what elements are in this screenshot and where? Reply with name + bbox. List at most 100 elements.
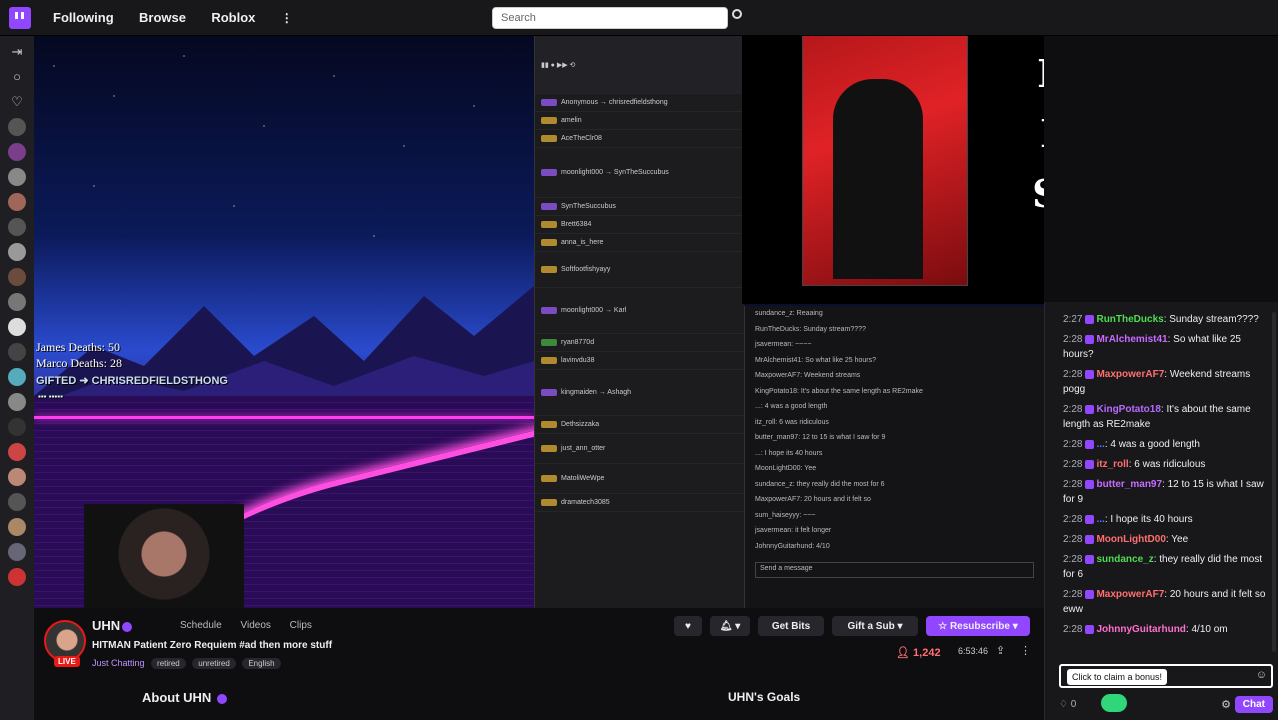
collapse-rail-icon[interactable]: ⇥ (8, 43, 26, 61)
channel-points-icon[interactable]: ♢ 0 (1059, 699, 1076, 710)
sub-badge-icon[interactable] (1085, 514, 1095, 524)
chat-message-list: 2:27 RunTheDucks: Sunday stream???? 2:28 Mr… (1045, 302, 1278, 637)
embedded-chat-line: MrAlchemist41: So what like 25 hours? (755, 356, 876, 364)
channel-avatar[interactable] (8, 293, 26, 311)
channel-avatar[interactable] (8, 218, 26, 236)
marco-deaths-counter: Marco Deaths: 28 (36, 356, 122, 370)
chat-timestamp: 2:28 (1063, 459, 1083, 470)
sub-badge-icon[interactable] (1085, 479, 1095, 489)
get-bits-button[interactable]: Get Bits (758, 616, 824, 636)
channel-avatar[interactable] (8, 343, 26, 361)
chat-username[interactable]: KingPotato18 (1096, 404, 1160, 415)
chat-username[interactable]: sundance_z (1096, 554, 1153, 565)
chat-settings-gear-icon[interactable]: ⚙ (1221, 698, 1231, 711)
tag-english[interactable]: English (242, 658, 281, 669)
share-icon[interactable]: ⇪ (996, 644, 1005, 657)
chat-message: 2:28 sundance_z: they really did the most… (1063, 552, 1270, 582)
resubscribe-button[interactable]: ☆ Resubscribe ▾ (926, 616, 1030, 636)
embedded-chat-line: ...: I hope its 40 hours (755, 449, 823, 457)
follow-heart-button[interactable]: ♥ (674, 616, 702, 636)
channel-avatar[interactable] (8, 368, 26, 386)
chat-input[interactable]: Click to claim a bonus! ☺ (1059, 664, 1273, 688)
sub-badge-icon[interactable] (1085, 404, 1095, 414)
chat-username[interactable]: MaxpowerAF7 (1096, 589, 1164, 600)
streamer-webcam (84, 504, 244, 608)
embedded-chat-line: sundance_z: Reaaing (755, 310, 823, 317)
claim-bonus-icon[interactable] (1101, 694, 1127, 712)
more-options-icon[interactable]: ⋮ (1020, 644, 1031, 657)
sub-badge-icon[interactable] (1085, 624, 1095, 634)
chat-message: 2:27 RunTheDucks: Sunday stream???? (1063, 312, 1270, 327)
chat-message: 2:28 MrAlchemist41: So what like 25 hours… (1063, 332, 1270, 362)
tab-videos[interactable]: Videos (240, 620, 270, 631)
gift-sub-button[interactable]: Gift a Sub ▾ (832, 616, 918, 636)
following-icon[interactable]: ○ (8, 68, 26, 86)
channel-avatar[interactable] (8, 443, 26, 461)
tag-unretired[interactable]: unretired (192, 658, 236, 669)
embedded-chat-line: jsavermean: it felt longer (755, 527, 832, 534)
stream-uptime: 6:53:46 (958, 646, 989, 656)
feed-row: AceTheClr08 (535, 130, 744, 148)
sub-badge-icon[interactable] (1085, 534, 1095, 544)
chat-timestamp: 2:28 (1063, 334, 1083, 345)
chat-username[interactable]: MaxpowerAF7 (1096, 369, 1164, 380)
chat-username[interactable]: itz_roll (1096, 459, 1128, 470)
james-deaths-counter: James Deaths: 50 (36, 340, 120, 354)
channel-avatar[interactable] (8, 268, 26, 286)
channel-name[interactable]: UHN (92, 618, 133, 633)
search-icon[interactable] (732, 9, 742, 19)
sub-badge-icon[interactable] (1085, 589, 1095, 599)
feed-row: anna_is_here (535, 234, 744, 252)
chat-username[interactable]: MoonLightD00 (1096, 534, 1165, 545)
search-input[interactable]: Search (492, 7, 728, 29)
sub-badge-icon[interactable] (1085, 459, 1095, 469)
channel-tabs: Schedule Videos Clips (180, 620, 328, 631)
chat-username[interactable]: JohnnyGuitarhund (1096, 624, 1185, 635)
tab-schedule[interactable]: Schedule (180, 620, 222, 631)
notifications-bell-button[interactable]: 🔔︎ ▾ (710, 616, 750, 636)
channel-avatar[interactable] (8, 518, 26, 536)
sub-badge-icon[interactable] (1085, 334, 1095, 344)
sub-badge-icon[interactable] (1085, 554, 1095, 564)
claim-bonus-tooltip[interactable]: Click to claim a bonus! (1067, 669, 1168, 685)
chat-username[interactable]: RunTheDucks (1096, 314, 1163, 325)
channel-avatar[interactable] (8, 168, 26, 186)
chat-username[interactable]: ... (1096, 514, 1104, 525)
chat-username[interactable]: butter_man97 (1096, 479, 1162, 490)
nav-browse[interactable]: Browse (139, 10, 186, 25)
tag-retired[interactable]: retired (151, 658, 186, 669)
channel-avatar[interactable] (8, 418, 26, 436)
channel-avatar[interactable] (8, 318, 26, 336)
emote-picker-icon[interactable]: ☺ (1256, 669, 1267, 681)
nav-links: Following Browse Roblox ⋮ (31, 10, 293, 25)
feed-row: MatoliWeWpe (535, 464, 744, 494)
channel-avatar[interactable] (8, 118, 26, 136)
more-menu-icon[interactable]: ⋮ (281, 11, 293, 25)
chat-send-button[interactable]: Chat (1234, 696, 1273, 713)
sub-badge-icon[interactable] (1085, 439, 1095, 449)
sub-badge-icon[interactable] (1085, 369, 1095, 379)
channel-avatar[interactable] (8, 468, 26, 486)
heart-icon[interactable]: ♡ (8, 93, 26, 111)
chat-message: 2:28 MaxpowerAF7: Weekend streams pogg (1063, 367, 1270, 397)
channel-avatar[interactable] (8, 393, 26, 411)
channel-avatar[interactable] (8, 143, 26, 161)
nav-following[interactable]: Following (53, 10, 114, 25)
twitch-logo-icon[interactable] (9, 6, 31, 29)
channel-avatar[interactable] (8, 193, 26, 211)
tab-clips[interactable]: Clips (290, 620, 312, 631)
channel-avatar[interactable] (8, 543, 26, 561)
channel-avatar[interactable] (8, 493, 26, 511)
feed-row: dramatech3085 (535, 494, 744, 512)
video-player[interactable]: James Deaths: 50 Marco Deaths: 28 GIFTED… (34, 36, 1044, 608)
nav-roblox[interactable]: Roblox (211, 10, 255, 25)
chat-username[interactable]: MrAlchemist41 (1096, 334, 1167, 345)
chat-scrollbar[interactable] (1272, 312, 1276, 652)
channel-avatar[interactable] (8, 568, 26, 586)
sub-badge-icon[interactable] (1085, 314, 1095, 324)
chat-message-text: 6 was ridiculous (1134, 459, 1206, 470)
chat-username[interactable]: ... (1096, 439, 1104, 450)
horizon-line (34, 416, 534, 419)
category-link[interactable]: Just Chatting (92, 658, 145, 668)
channel-avatar[interactable] (8, 243, 26, 261)
